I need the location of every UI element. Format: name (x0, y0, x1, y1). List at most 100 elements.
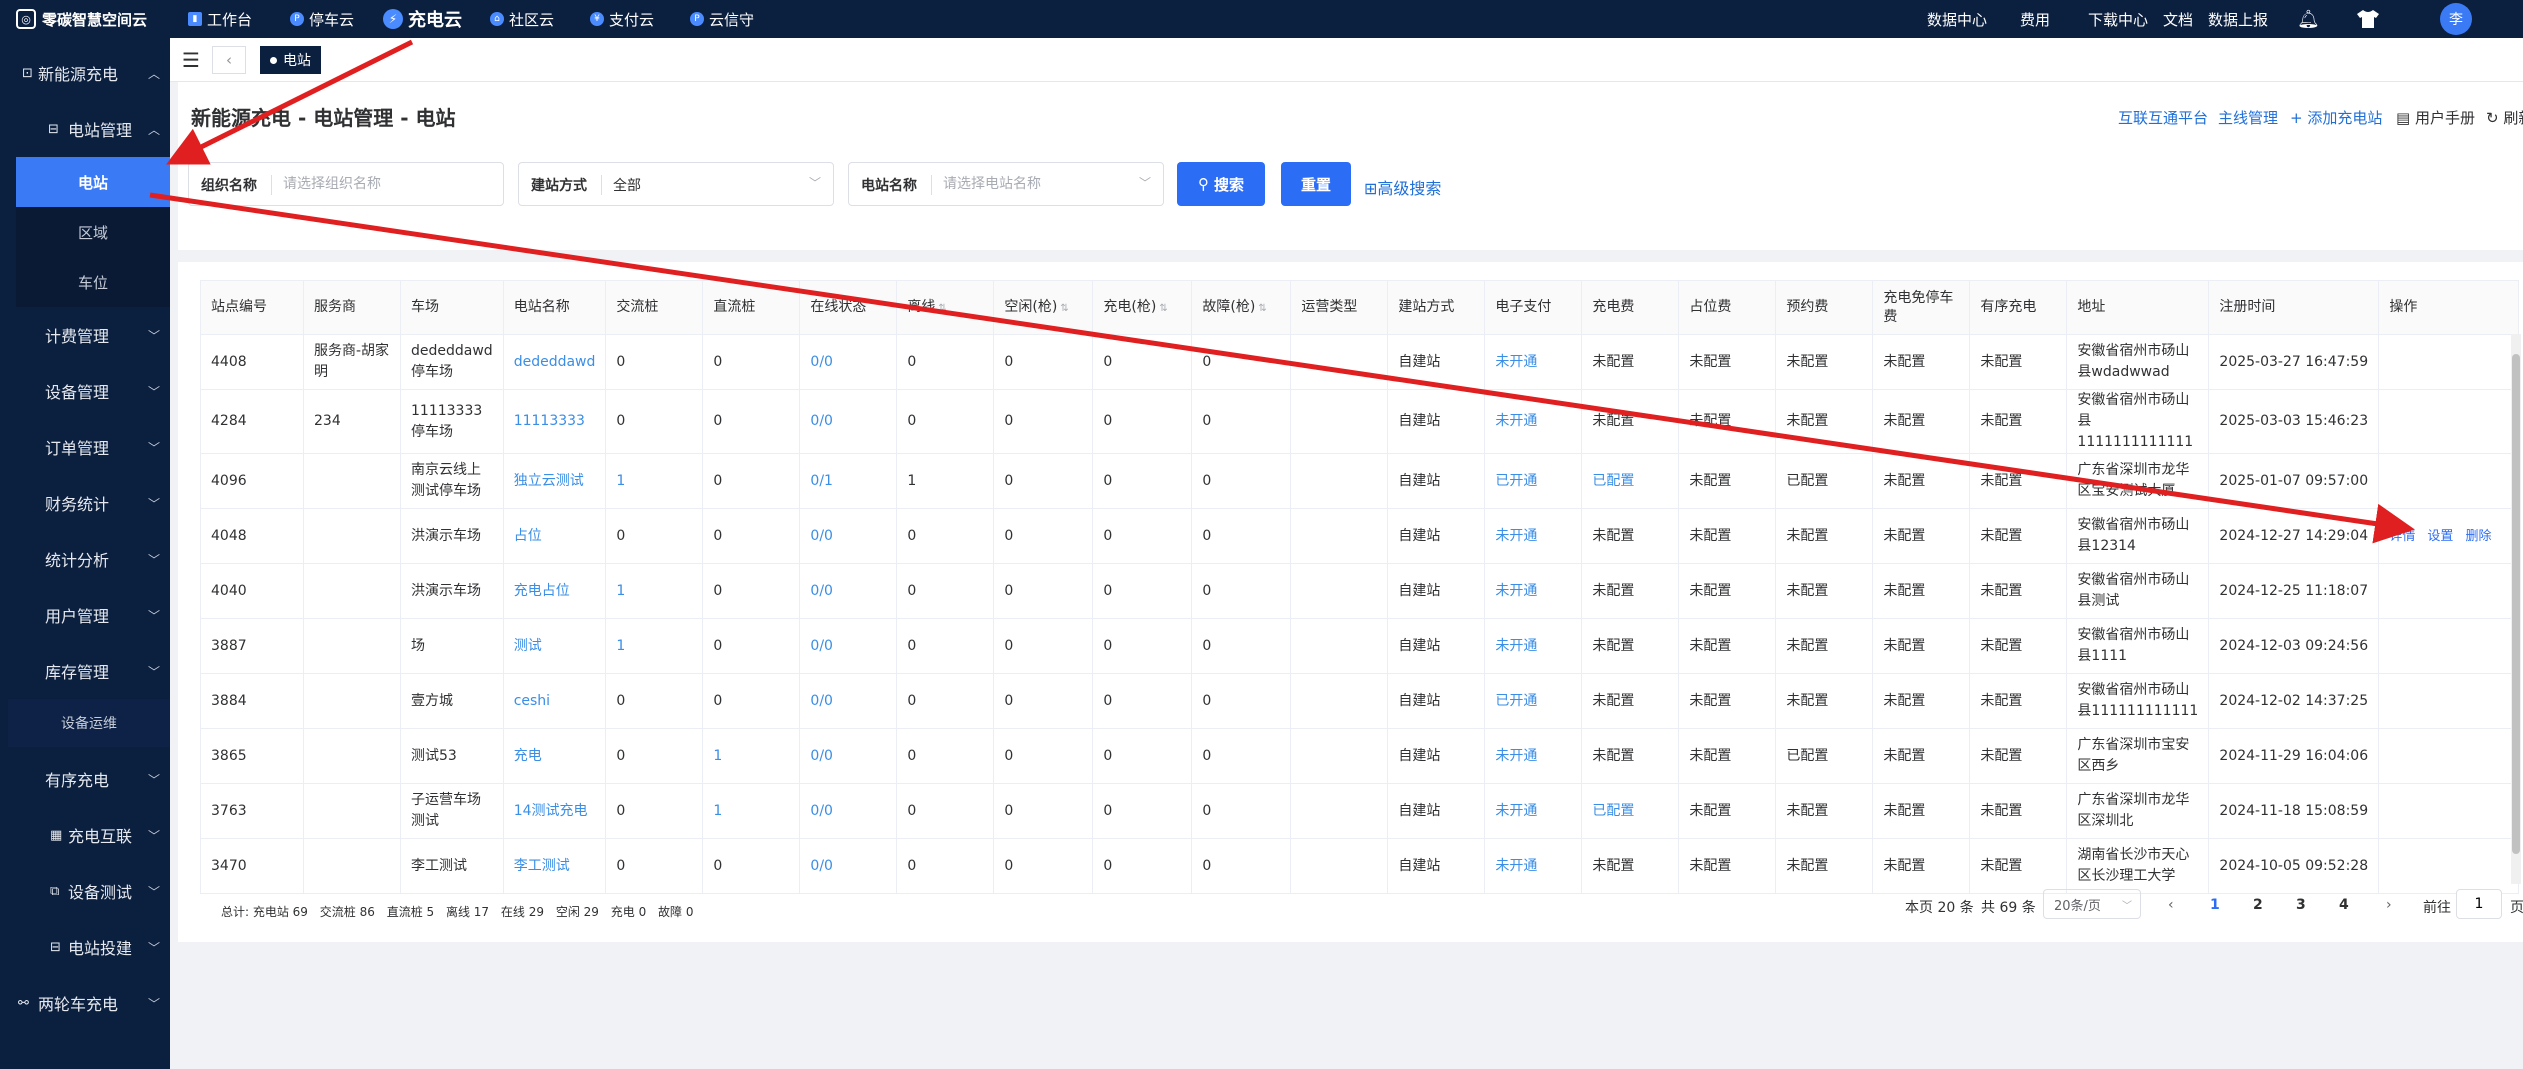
table-cell[interactable]: 未开通 (1484, 728, 1583, 784)
sidebar-billing[interactable]: 计费管理 ﹀ (0, 307, 170, 363)
prev-page-icon[interactable]: ‹ (2168, 897, 2174, 913)
table-cell[interactable]: 0/0 (799, 508, 898, 564)
table-cell[interactable]: 已开通 (1484, 673, 1583, 729)
link-data-center[interactable]: 数据中心 (1927, 0, 1987, 38)
table-cell[interactable]: 未开通 (1484, 389, 1583, 454)
table-cell[interactable]: 李工测试 (502, 838, 607, 894)
add-station-button[interactable]: + 添加充电站 (2290, 107, 2382, 128)
table-cell[interactable]: 0/1 (799, 453, 898, 509)
tab-station[interactable]: 电站 (260, 46, 321, 74)
nav-workbench[interactable]: ▮ 工作台 (188, 0, 252, 38)
sidebar-inventory[interactable]: 库存管理 ﹀ (0, 643, 170, 699)
sidebar-new-energy[interactable]: ⊡ 新能源充电 ︿ (0, 45, 170, 101)
table-cell[interactable]: 已开通 (1484, 453, 1583, 509)
table-cell[interactable]: 已配置 (1581, 453, 1680, 509)
table-cell[interactable]: ceshi (502, 673, 607, 729)
avatar[interactable]: 李 (2440, 3, 2472, 35)
column-header[interactable]: 故障(枪) ⇅ (1191, 280, 1292, 335)
settings-link[interactable]: 设置 (2427, 529, 2453, 544)
station-name-input[interactable] (943, 171, 1133, 197)
sidebar-two-wheel-charging[interactable]: ⚯ 两轮车充电 ﹀ (0, 975, 170, 1031)
table-cell[interactable]: 未开通 (1484, 563, 1583, 619)
sort-icon[interactable]: ⇅ (1159, 303, 1167, 314)
sidebar-users[interactable]: 用户管理 ﹀ (0, 587, 170, 643)
page-1[interactable]: 1 (2210, 897, 2220, 913)
table-cell[interactable]: 充电 (502, 728, 607, 784)
table-cell[interactable]: 14测试充电 (502, 783, 607, 839)
table-cell[interactable]: 未开通 (1484, 783, 1583, 839)
refresh-link[interactable]: ↻ 刷新 (2486, 107, 2523, 128)
table-cell[interactable]: 0/0 (799, 563, 898, 619)
nav-charging-cloud[interactable]: ⚡ 充电云 (383, 0, 462, 38)
table-cell[interactable]: 1 (702, 728, 801, 784)
table-cell[interactable]: 0/0 (799, 618, 898, 674)
table-cell[interactable]: 0/0 (799, 389, 898, 454)
advanced-search-link[interactable]: ⊞高级搜索 (1364, 175, 1441, 199)
sidebar-device[interactable]: 设备管理 ﹀ (0, 363, 170, 419)
table-cell[interactable]: 0/0 (799, 783, 898, 839)
sidebar-charging-interconnect[interactable]: ▦ 充电互联 ﹀ (0, 807, 170, 863)
sidebar-item-area[interactable]: 区域 (16, 207, 170, 257)
sidebar-ordered-charging[interactable]: 有序充电 ﹀ (0, 751, 170, 807)
nav-cloud-guard[interactable]: P 云信守 (690, 0, 754, 38)
sidebar-orders[interactable]: 订单管理 ﹀ (0, 419, 170, 475)
table-cell[interactable]: 未开通 (1484, 618, 1583, 674)
table-cell[interactable]: 未开通 (1484, 838, 1583, 894)
sidebar-station-investment[interactable]: ⊟ 电站投建 ﹀ (0, 919, 170, 975)
sidebar-device-test[interactable]: ⧉ 设备测试 ﹀ (0, 863, 170, 919)
org-name-input[interactable] (283, 171, 493, 197)
search-button[interactable]: ⚲ 搜索 (1177, 162, 1265, 206)
table-cell[interactable]: 占位 (502, 508, 607, 564)
link-download-center[interactable]: 下载中心 (2088, 0, 2148, 38)
sort-icon[interactable]: ⇅ (1060, 303, 1068, 314)
table-cell[interactable]: 0/0 (799, 838, 898, 894)
link-fees[interactable]: 费用 (2020, 0, 2050, 38)
back-arrow-icon[interactable]: ‹ (212, 46, 246, 74)
table-cell[interactable]: 0/0 (799, 334, 898, 390)
sidebar-station-management[interactable]: ⊟ 电站管理 ︿ (0, 101, 170, 157)
table-cell[interactable]: 未开通 (1484, 334, 1583, 390)
nav-community-cloud[interactable]: ⌂ 社区云 (490, 0, 554, 38)
table-cell[interactable]: 0/0 (799, 728, 898, 784)
shirt-icon[interactable] (2356, 0, 2380, 38)
table-cell[interactable]: 1 (605, 563, 704, 619)
table-cell[interactable]: 1 (702, 783, 801, 839)
nav-payment-cloud[interactable]: ¥ 支付云 (590, 0, 654, 38)
nav-parking-cloud[interactable]: P 停车云 (290, 0, 354, 38)
delete-link[interactable]: 删除 (2465, 529, 2491, 544)
table-cell[interactable]: 充电占位 (502, 563, 607, 619)
sidebar-finance[interactable]: 财务统计 ﹀ (0, 475, 170, 531)
column-header[interactable]: 空闲(枪) ⇅ (993, 280, 1094, 335)
build-method-select[interactable]: 建站方式 全部 ﹀ (518, 162, 834, 206)
link-mainline-management[interactable]: 主线管理 (2218, 107, 2278, 128)
sidebar-item-device-ops[interactable]: 设备运维 (8, 699, 170, 747)
page-2[interactable]: 2 (2253, 897, 2263, 913)
sidebar-analytics[interactable]: 统计分析 ﹀ (0, 531, 170, 587)
next-page-icon[interactable]: › (2386, 897, 2392, 913)
column-header[interactable]: 充电(枪) ⇅ (1092, 280, 1193, 335)
link-data-report[interactable]: 数据上报 (2208, 0, 2268, 38)
page-4[interactable]: 4 (2339, 897, 2349, 913)
page-3[interactable]: 3 (2296, 897, 2306, 913)
table-cell[interactable]: 测试 (502, 618, 607, 674)
table-cell[interactable]: 未开通 (1484, 508, 1583, 564)
table-cell[interactable]: 11113333 (502, 389, 607, 454)
goto-page-input[interactable] (2456, 889, 2502, 919)
table-cell[interactable]: 1 (605, 618, 704, 674)
page-size-select[interactable]: 20条/页 ﹀ (2043, 889, 2141, 919)
table-cell[interactable]: 已配置 (1581, 783, 1680, 839)
user-manual-link[interactable]: ▤ 用户手册 (2396, 107, 2475, 128)
table-cell[interactable]: 1 (605, 453, 704, 509)
link-docs[interactable]: 文档 (2163, 0, 2193, 38)
table-cell[interactable]: dededdawd (502, 334, 607, 390)
column-header[interactable]: 离线 ⇅ (896, 280, 995, 335)
brand[interactable]: ◎ 零碳智慧空间云 (16, 6, 147, 32)
table-cell[interactable]: 0/0 (799, 673, 898, 729)
sidebar-item-parking-space[interactable]: 车位 (16, 257, 170, 307)
scrollbar-thumb[interactable] (2512, 354, 2520, 854)
table-cell[interactable]: 独立云测试 (502, 453, 607, 509)
view-detail-link[interactable]: 详情 (2389, 529, 2415, 544)
vertical-scrollbar[interactable] (2511, 334, 2521, 884)
bell-icon[interactable]: 🔔︎ (2297, 0, 2320, 38)
sort-icon[interactable]: ⇅ (938, 303, 946, 314)
